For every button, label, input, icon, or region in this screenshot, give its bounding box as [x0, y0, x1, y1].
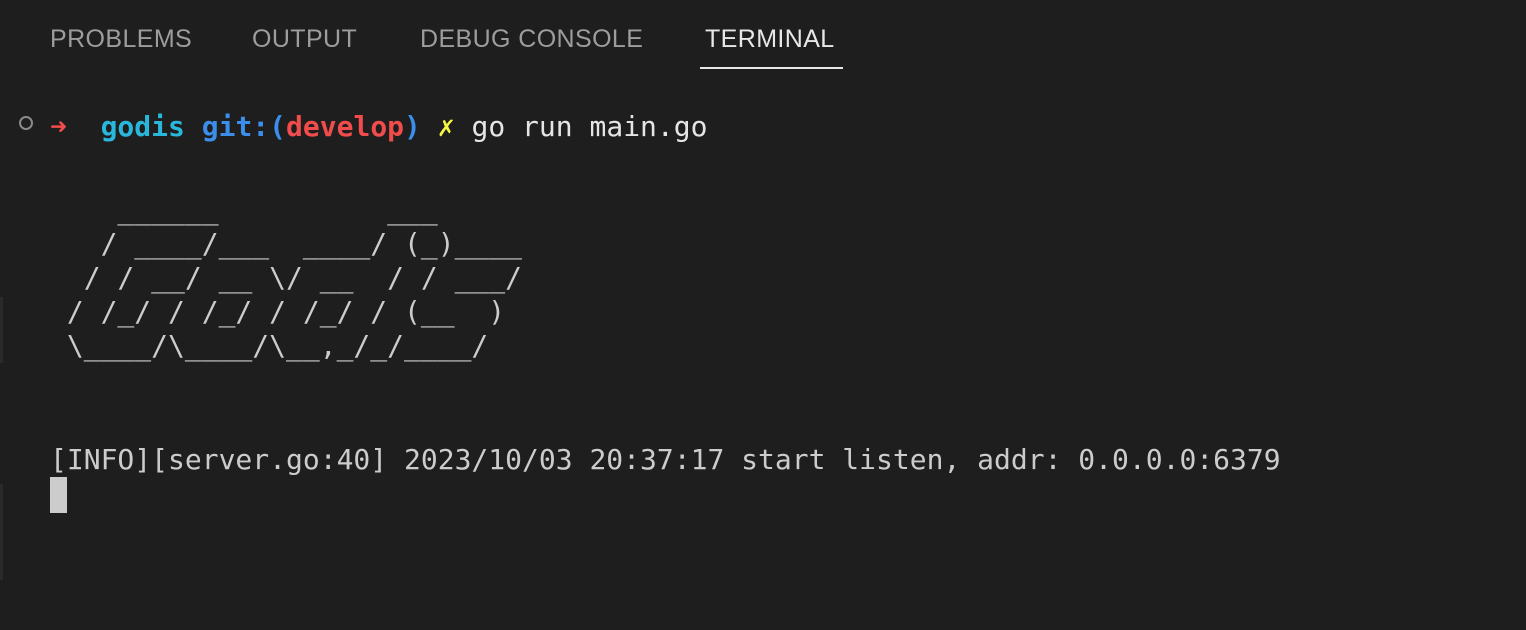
- log-line: [INFO][server.go:40] 2023/10/03 20:37:17…: [50, 443, 1281, 476]
- prompt-command: go run main.go: [471, 110, 708, 143]
- active-tab-indicator: [700, 67, 843, 69]
- prompt-line: ➜ godis git:(develop) ✗ go run main.go: [50, 109, 708, 145]
- tab-terminal[interactable]: TERMINAL: [705, 22, 835, 70]
- prompt-dirty-marker: ✗: [437, 110, 455, 143]
- prompt-git-close: ): [404, 110, 421, 143]
- ascii-art-line: / /_/ / /_/ / /_/ / (__ ): [50, 295, 506, 328]
- prompt-git-label: git:(: [201, 110, 287, 143]
- terminal-output[interactable]: ➜ godis git:(develop) ✗ go run main.go _…: [0, 78, 1526, 630]
- prompt-branch: develop: [286, 110, 405, 143]
- ascii-art-line: / ____/___ ____/ (_)____: [50, 227, 523, 260]
- prompt-directory: godis: [100, 110, 185, 143]
- ascii-art-line: / / __/ __ \/ __ / / ___/: [50, 261, 523, 294]
- command-status-circle-icon[interactable]: [19, 116, 33, 130]
- terminal-cursor: [50, 477, 67, 513]
- ascii-art-line: ______ ___: [50, 193, 438, 226]
- ascii-art-line: \____/\____/\__,_/_/____/: [50, 329, 489, 362]
- prompt-arrow-icon: ➜: [50, 110, 67, 143]
- panel-tab-bar: PROBLEMS OUTPUT DEBUG CONSOLE TERMINAL: [0, 0, 1526, 78]
- tab-output[interactable]: OUTPUT: [252, 22, 357, 70]
- tab-debug-console[interactable]: DEBUG CONSOLE: [420, 22, 643, 70]
- tab-problems[interactable]: PROBLEMS: [50, 22, 192, 70]
- terminal-panel: PROBLEMS OUTPUT DEBUG CONSOLE TERMINAL ➜…: [0, 0, 1526, 630]
